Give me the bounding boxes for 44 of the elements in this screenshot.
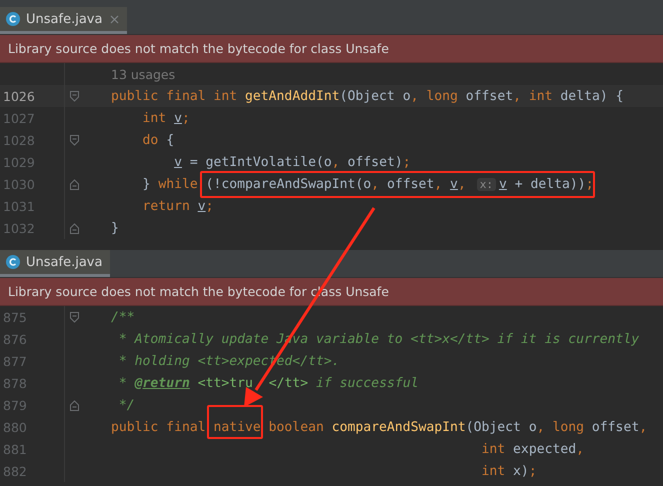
line-number: 875 bbox=[2, 310, 28, 324]
code-line: do { bbox=[142, 132, 174, 148]
line-number: 1029 bbox=[2, 154, 36, 170]
code-line: /** bbox=[111, 310, 135, 324]
code-line: int v; bbox=[142, 110, 190, 126]
code-line: v = getIntVolatile(o, offset); bbox=[173, 154, 411, 170]
line-number: 1028 bbox=[2, 132, 36, 148]
class-file-icon bbox=[5, 254, 21, 270]
line-number: 1030 bbox=[2, 176, 36, 192]
line-number: 1032 bbox=[2, 220, 36, 236]
tab-title: Unsafe.java bbox=[26, 254, 102, 270]
class-file-icon bbox=[5, 11, 21, 27]
code-line: int x); bbox=[480, 464, 537, 478]
code-line: } bbox=[111, 220, 119, 236]
line-number: 881 bbox=[2, 442, 28, 456]
fold-marker-icon[interactable] bbox=[70, 400, 79, 410]
line-number: 1027 bbox=[2, 110, 36, 126]
code-line: * @return <tt>tru </tt> if successful bbox=[118, 376, 418, 390]
close-icon[interactable] bbox=[110, 14, 120, 24]
code-line: */ bbox=[118, 398, 135, 412]
warning-banner: Library source does not match the bytecode for class Unsafe bbox=[0, 35, 663, 63]
line-number: 879 bbox=[2, 398, 28, 412]
highlight-box bbox=[207, 405, 263, 439]
fold-marker-icon[interactable] bbox=[70, 134, 79, 146]
line-number: 1026 bbox=[2, 88, 36, 104]
editor-tab[interactable]: Unsafe.java bbox=[0, 7, 128, 34]
line-number: 876 bbox=[2, 332, 28, 346]
code-line: } while (!compareAndSwapInt(o, offset, v, x: v + delta)); bbox=[142, 176, 594, 192]
fold-marker-icon[interactable] bbox=[70, 312, 79, 322]
line-number: 1031 bbox=[2, 198, 36, 214]
line-number: 878 bbox=[2, 376, 28, 390]
usages-hint[interactable]: 13 usages bbox=[111, 66, 176, 82]
line-number: 882 bbox=[2, 464, 28, 478]
code-line: public final int getAndAddInt(Object o, long offset, int delta) { bbox=[111, 88, 624, 104]
fold-marker-icon[interactable] bbox=[70, 222, 79, 234]
fold-marker-icon[interactable] bbox=[70, 178, 79, 190]
code-line: public final native boolean compareAndSwapInt(Object o, long offset, bbox=[111, 420, 648, 434]
code-line: return v; bbox=[142, 198, 214, 214]
fold-marker-icon[interactable] bbox=[70, 90, 79, 102]
line-number: 877 bbox=[2, 354, 28, 368]
code-line: int expected, bbox=[480, 442, 584, 456]
line-number: 880 bbox=[2, 420, 28, 434]
editor-tab[interactable]: Unsafe.java bbox=[0, 250, 110, 277]
tab-title: Unsafe.java bbox=[26, 12, 102, 26]
